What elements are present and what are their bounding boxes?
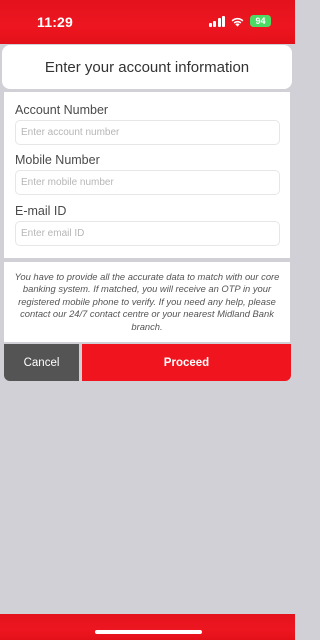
signal-icon: [208, 15, 225, 27]
account-number-label: Account Number: [15, 103, 109, 117]
status-bar: 11:29 94: [0, 0, 295, 44]
account-number-input[interactable]: [15, 120, 280, 145]
email-input[interactable]: [15, 221, 280, 246]
cancel-button[interactable]: Cancel: [4, 344, 79, 381]
bottom-bar: [0, 614, 295, 640]
account-form: Account Number Mobile Number E-mail ID: [4, 92, 290, 258]
info-text: You have to provide all the accurate dat…: [14, 270, 280, 332]
battery-level: 94: [255, 16, 266, 26]
proceed-button[interactable]: Proceed: [82, 344, 291, 381]
email-label: E-mail ID: [15, 204, 67, 218]
wifi-icon: [230, 16, 245, 27]
home-indicator[interactable]: [95, 630, 202, 634]
page-title: Enter your account information: [44, 58, 250, 76]
battery-icon: 94: [250, 15, 271, 27]
info-panel: You have to provide all the accurate dat…: [4, 262, 290, 342]
page-header: Enter your account information: [2, 45, 292, 89]
status-icons: 94: [208, 15, 271, 27]
mobile-number-input[interactable]: [15, 170, 280, 195]
status-time: 11:29: [37, 14, 74, 30]
mobile-number-label: Mobile Number: [15, 153, 100, 167]
